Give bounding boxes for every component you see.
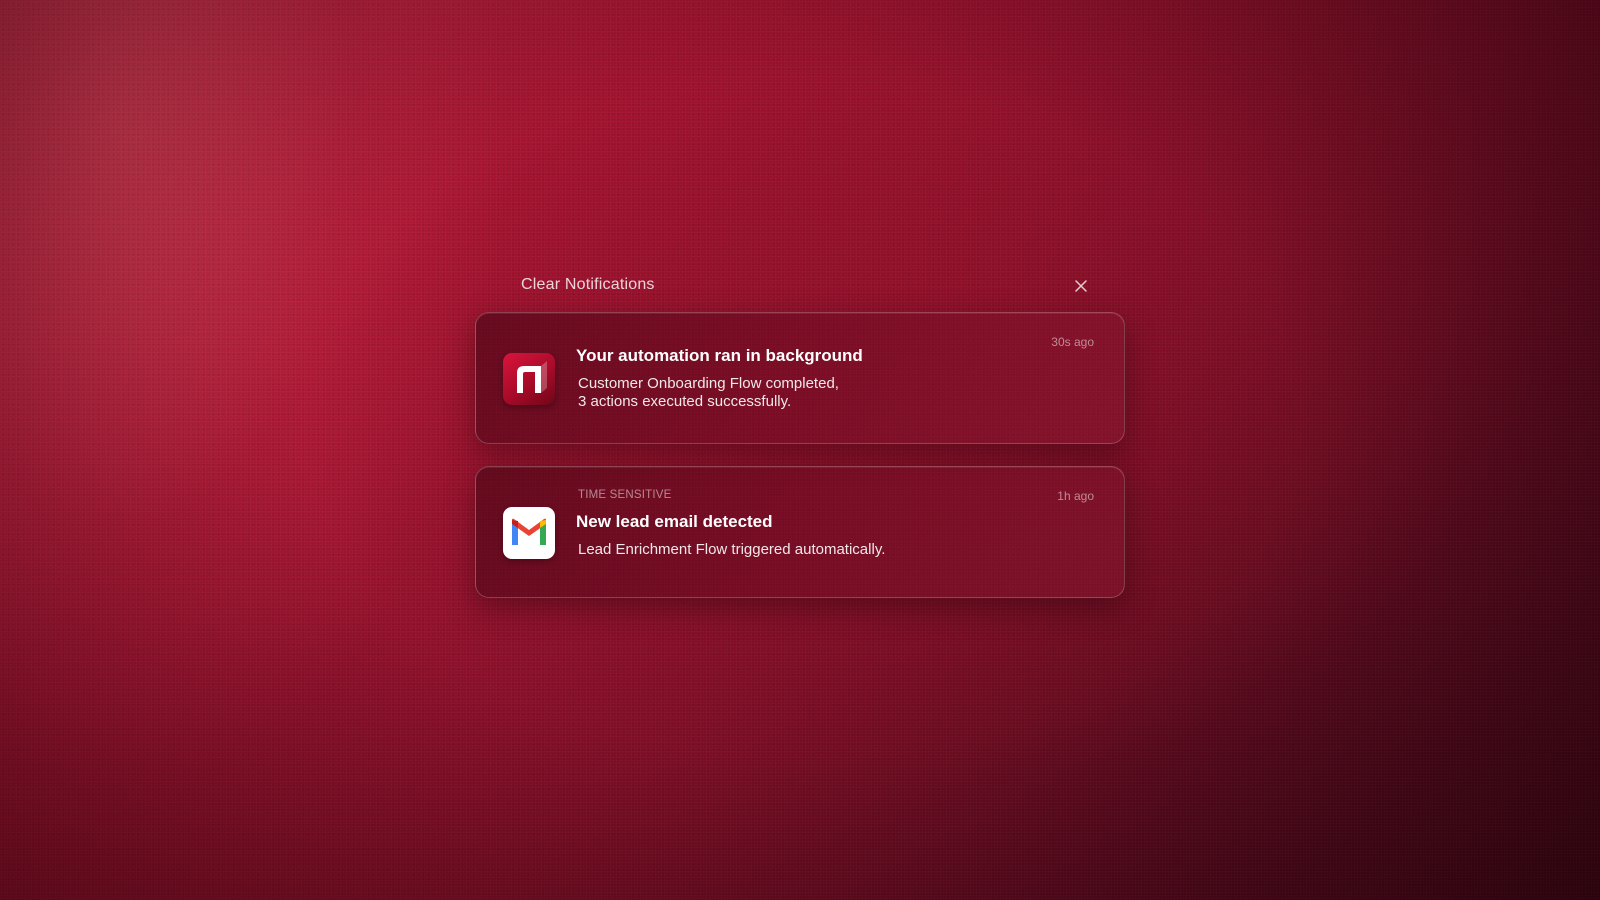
notification-title: New lead email detected	[576, 512, 773, 531]
notification-body-line: Customer Onboarding Flow completed,	[578, 375, 839, 392]
notification-card-automation[interactable]: 30s ago Your automation ran in backgroun…	[475, 312, 1125, 444]
time-sensitive-badge: TIME SENSITIVE	[578, 489, 672, 501]
notification-center: Clear Notifications 30s ago Your automat…	[475, 268, 1125, 598]
close-icon[interactable]	[1073, 278, 1089, 294]
notification-title: Your automation ran in background	[576, 346, 863, 365]
notification-time: 1h ago	[1057, 489, 1094, 503]
notification-header: Clear Notifications	[475, 268, 1125, 304]
notification-body: Lead Enrichment Flow triggered automatic…	[578, 541, 885, 559]
notification-body: Customer Onboarding Flow completed, 3 ac…	[578, 375, 839, 411]
notification-time: 30s ago	[1051, 335, 1094, 349]
clear-notifications-button[interactable]: Clear Notifications	[521, 276, 655, 294]
gmail-icon	[503, 507, 555, 559]
notification-body-line: Lead Enrichment Flow triggered automatic…	[578, 541, 886, 558]
notification-body-line: 3 actions executed successfully.	[578, 393, 792, 410]
n8n-automation-icon	[503, 353, 555, 405]
notification-card-gmail[interactable]: TIME SENSITIVE 1h ago New lead email det…	[475, 466, 1125, 598]
